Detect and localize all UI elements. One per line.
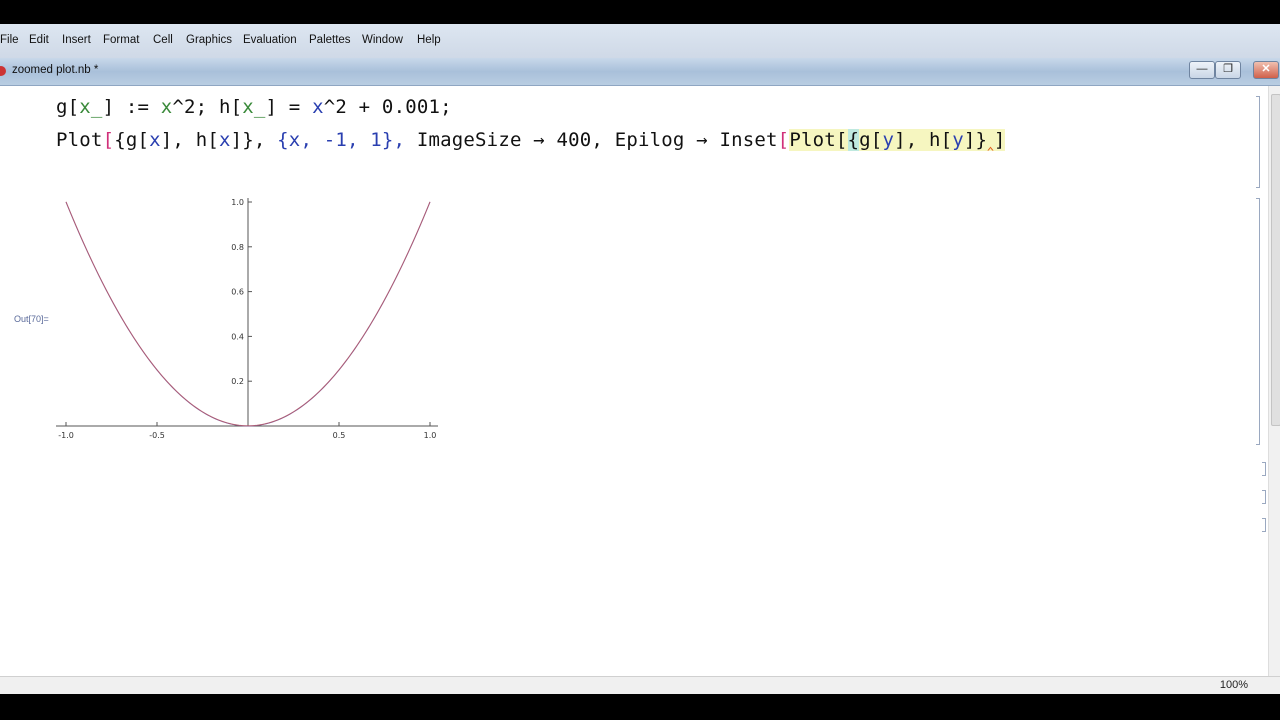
code-token: [	[777, 129, 790, 151]
restore-icon[interactable]: ❐	[1215, 61, 1241, 79]
code-token: ^2 + 0.001;	[323, 96, 452, 118]
notebook-canvas[interactable]: g[x_] := x^2; h[x_] = x^2 + 0.001; Plot[…	[0, 86, 1268, 676]
code-token: :=	[114, 96, 161, 118]
code-token: h	[929, 129, 941, 151]
window-title: zoomed plot.nb *	[12, 64, 99, 76]
code-token: Plot	[789, 129, 836, 151]
cell-bracket[interactable]	[1256, 198, 1260, 445]
scrollbar-thumb[interactable]	[1271, 94, 1280, 426]
code-token: x_	[242, 96, 266, 118]
menu-cell[interactable]: Cell	[153, 34, 173, 46]
code-token: {x, -1, 1},	[277, 129, 417, 151]
x-tick-label: -1.0	[58, 431, 74, 440]
code-token: ^2;	[172, 96, 219, 118]
menu-palettes[interactable]: Palettes	[309, 34, 351, 46]
status-bar: 100%	[0, 676, 1280, 695]
code-token: h	[218, 96, 231, 118]
code-token: ]}	[963, 129, 988, 151]
code-token: g	[859, 129, 871, 151]
menu-help[interactable]: Help	[417, 34, 441, 46]
code-token: {	[114, 129, 126, 151]
x-tick-label: 0.5	[333, 431, 346, 440]
code-token: y	[882, 129, 895, 151]
code-token: ],	[160, 129, 196, 151]
minimize-icon[interactable]: —	[1189, 61, 1215, 79]
input-line-1[interactable]: g[x_] := x^2; h[x_] = x^2 + 0.001;	[56, 96, 452, 118]
code-token: [	[102, 129, 115, 151]
cell-bracket[interactable]	[1262, 462, 1266, 476]
notebook-title-bar: zoomed plot.nb * — ❐ ✕	[0, 58, 1280, 86]
code-token: =	[277, 96, 313, 118]
vertical-scrollbar[interactable]	[1268, 86, 1280, 676]
code-token: x	[218, 129, 231, 151]
y-tick-label: 0.4	[231, 332, 244, 341]
code-token: [	[835, 129, 848, 151]
code-token: Plot	[56, 129, 103, 151]
cell-bracket[interactable]	[1262, 518, 1266, 532]
screen-top-border	[0, 0, 1280, 24]
menu-file[interactable]: File	[0, 34, 19, 46]
code-token: ],	[894, 129, 929, 151]
cell-bracket[interactable]	[1256, 96, 1260, 188]
y-tick-label: 1.0	[231, 198, 244, 207]
cell-bracket[interactable]	[1262, 490, 1266, 504]
x-tick-label: -0.5	[149, 431, 165, 440]
screen-bottom-border	[0, 694, 1280, 720]
code-token: y	[952, 129, 964, 151]
y-tick-label: 0.8	[231, 243, 244, 252]
notebook-icon	[0, 66, 6, 76]
code-token: Epilog → Inset	[614, 129, 778, 151]
close-icon[interactable]: ✕	[1253, 61, 1279, 79]
input-line-2[interactable]: Plot[{g[x], h[x]}, {x, -1, 1}, ImageSize…	[56, 129, 1006, 151]
zoom-level[interactable]: 100%	[1220, 679, 1248, 691]
code-token: g	[125, 129, 138, 151]
code-token: g	[56, 96, 68, 118]
menu-insert[interactable]: Insert	[62, 34, 91, 46]
code-token: {	[847, 129, 860, 151]
code-token: ]},	[230, 129, 278, 151]
code-token: h	[195, 129, 208, 151]
menu-edit[interactable]: Edit	[29, 34, 49, 46]
y-tick-label: 0.6	[231, 288, 244, 297]
code-token: x	[149, 129, 161, 151]
code-token: ]	[993, 129, 1006, 151]
menu-graphics[interactable]: Graphics	[186, 34, 232, 46]
code-token: x	[312, 96, 324, 118]
menu-format[interactable]: Format	[103, 34, 139, 46]
code-token: ImageSize → 400,	[416, 129, 615, 151]
code-token: x	[160, 96, 173, 118]
menu-evaluation[interactable]: Evaluation	[243, 34, 297, 46]
code-token: x_	[79, 96, 103, 118]
y-tick-label: 0.2	[231, 377, 244, 386]
menu-bar: File Edit Insert Format Cell Graphics Ev…	[0, 24, 1280, 59]
x-tick-label: 1.0	[424, 431, 437, 440]
syntax-error-marker: ‸	[987, 129, 994, 151]
menu-window[interactable]: Window	[362, 34, 403, 46]
output-plot[interactable]: -1.0 -0.5 0.5 1.0 0.2 0.4 0.6 0.8 1.0	[40, 186, 460, 456]
